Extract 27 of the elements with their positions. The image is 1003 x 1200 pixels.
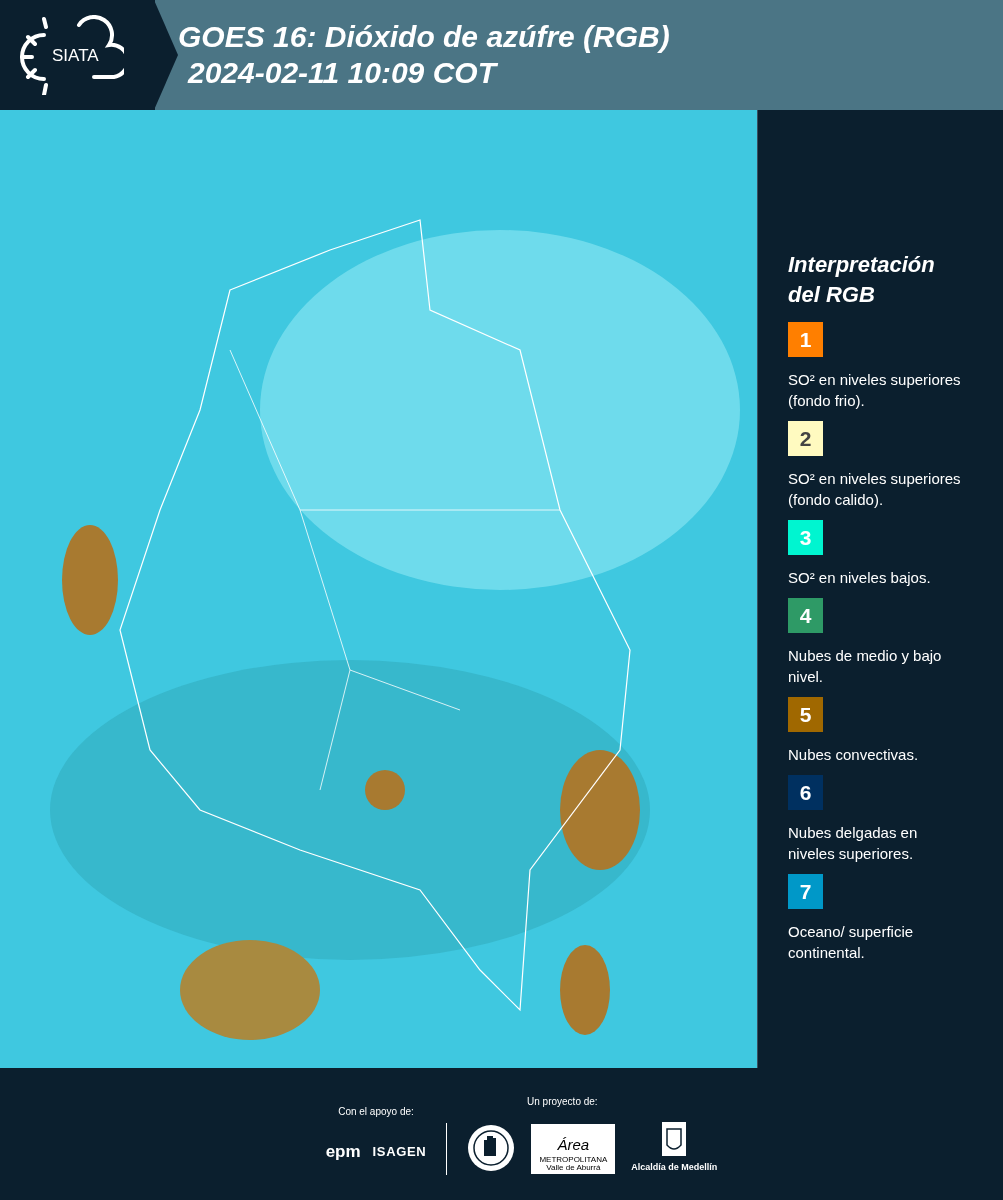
timestamp: 2024-02-11 10:09 COT [186, 55, 499, 91]
legend-swatch: 4 [788, 598, 823, 633]
legend-label: SO² en niveles superiores (fondo calido). [788, 469, 962, 510]
title: GOES 16: Dióxido de azúfre (RGB) [178, 19, 670, 55]
legend-swatch: 6 [788, 775, 823, 810]
sponsor-logo: ISAGEN [372, 1142, 427, 1161]
legend-swatch: 1 [788, 322, 823, 357]
legend-label: Nubes de medio y bajo nivel. [788, 646, 943, 687]
support-label: Con el apoyo de: [338, 1104, 414, 1119]
legend-title: Interpretación del RGB [788, 251, 936, 309]
coat-of-arms-icon [661, 1120, 688, 1157]
legend-label: SO² en niveles superiores (fondo frio). [788, 370, 962, 411]
legend-label: Nubes delgadas en niveles superiores. [788, 823, 919, 864]
legend-swatch: 5 [788, 697, 823, 732]
legend-label: Nubes convectivas. [788, 745, 920, 765]
area-logo-line: METROPOLITANA [539, 1156, 608, 1165]
project-label: Un proyecto de: [527, 1094, 598, 1109]
city-logo-text: Alcaldía de Medellín [631, 1160, 718, 1174]
legend-swatch: 2 [788, 421, 823, 456]
legend-swatch: 7 [788, 874, 823, 909]
logo-text: SIATA [52, 45, 99, 68]
legend-label: Oceano/ superficie continental. [788, 922, 915, 963]
legend-swatch: 3 [788, 520, 823, 555]
area-logo-line: Valle de Aburrá [546, 1164, 601, 1173]
sponsor-logo: epm [325, 1140, 361, 1163]
legend-label: SO² en niveles bajos. [788, 568, 932, 588]
area-logo-name: Área [557, 1137, 590, 1153]
